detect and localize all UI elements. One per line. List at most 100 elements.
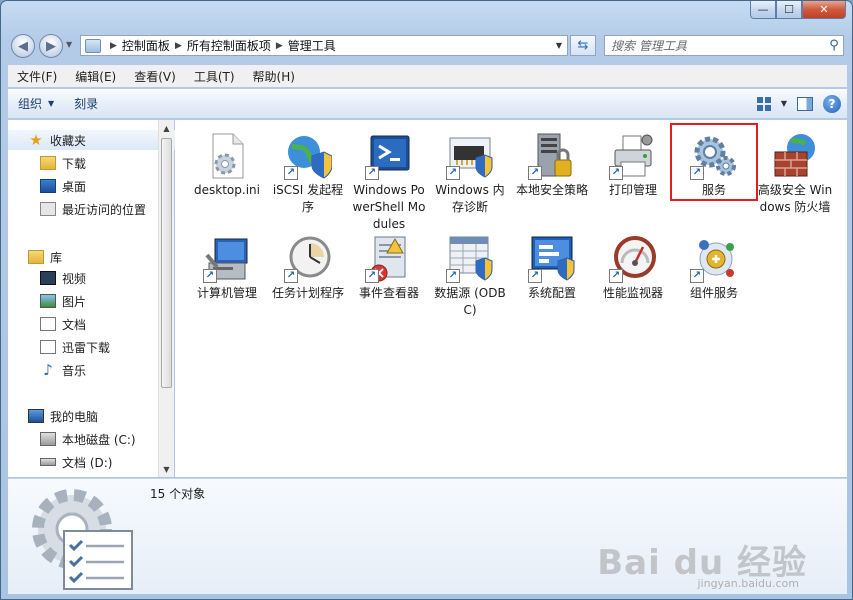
shortcut-arrow-icon: ↗ [446,166,460,180]
file-item-label: 打印管理 [608,183,657,197]
globe-shield-icon: ↗ [284,132,333,180]
burn-label: 刻录 [74,97,99,111]
sidebar-item-recent[interactable]: 最近访问的位置 [40,199,146,219]
shortcut-arrow-icon: ↗ [528,166,542,180]
file-item-print-management[interactable]: ↗ 打印管理 [593,132,673,199]
library-icon [28,250,44,264]
shortcut-arrow-icon: ↗ [690,269,704,283]
firewall-icon [771,132,819,180]
file-item-odbc[interactable]: ↗ 数据源 (ODBC) [430,235,510,319]
breadcrumb-separator-icon[interactable]: ▶ [175,41,182,51]
search-input[interactable]: 搜索 管理工具 [611,37,825,54]
close-button[interactable]: ✕ [802,1,846,19]
file-item-desktop-ini[interactable]: desktop.ini [187,132,267,199]
file-item-component-services[interactable]: ↗ 组件服务 [674,235,754,302]
sidebar-item-drive-c[interactable]: 本地磁盘 (C:) [40,429,136,449]
clock-icon: ↗ [284,235,332,283]
sidebar-libraries[interactable]: 库 [28,247,62,267]
shortcut-arrow-icon: ↗ [284,166,298,180]
sidebar-item-downloads[interactable]: 下载 [40,153,86,173]
file-item-powershell[interactable]: ↗ Windows PowerShell Modules [349,132,429,233]
breadcrumb-all-items[interactable]: 所有控制面板项 [187,37,271,54]
sidebar-item-label: 本地磁盘 (C:) [62,432,136,447]
organize-dropdown-icon: ▼ [48,99,55,108]
scroll-up-icon[interactable]: ▲ [159,120,174,136]
burn-button[interactable]: 刻录 [64,95,108,112]
menu-tools[interactable]: 工具(T) [185,68,244,85]
file-item-task-scheduler[interactable]: ↗ 任务计划程序 [268,235,348,302]
sidebar-favorites[interactable]: ★ 收藏夹 [8,130,178,150]
control-panel-icon [85,38,101,53]
star-icon: ★ [29,131,43,149]
address-dropdown-icon[interactable]: ▼ [551,41,567,50]
file-item-event-viewer[interactable]: ↗ 事件查看器 [349,235,429,302]
minimize-button[interactable]: — [750,1,776,19]
navigation-bar: ◀ ▶ ▼ ▶ 控制面板 ▶ 所有控制面板项 ▶ 管理工具 ▼ ⇆ 搜索 管理工… [1,31,852,61]
system-drive-icon [40,432,56,446]
menu-view[interactable]: 查看(V) [125,68,185,85]
sidebar-scrollbar[interactable]: ▲ ▼ [158,120,174,477]
file-item-performance-monitor[interactable]: ↗ 性能监视器 [593,235,673,302]
recent-pages-dropdown[interactable]: ▼ [66,40,72,49]
downloads-folder-icon [40,156,56,170]
sidebar-item-music[interactable]: ♪ 音乐 [40,360,86,380]
sidebar-item-pictures[interactable]: 图片 [40,291,86,311]
sidebar-item-documents[interactable]: 文档 [40,314,86,334]
file-item-label: 事件查看器 [358,286,419,300]
view-options-dropdown-icon[interactable]: ▼ [781,99,787,108]
back-button[interactable]: ◀ [11,34,35,58]
file-item-computer-management[interactable]: ↗ 计算机管理 [187,235,267,302]
search-box[interactable]: 搜索 管理工具 ⚲ [604,35,844,56]
powershell-icon: ↗ [365,132,413,180]
organize-button[interactable]: 组织 ▼ [8,95,64,112]
file-item-system-configuration[interactable]: ↗ 系统配置 [512,235,592,302]
file-item-memory-diagnostic[interactable]: ↗ Windows 内存诊断 [430,132,510,216]
search-icon[interactable]: ⚲ [825,38,843,53]
maximize-button[interactable]: ☐ [776,1,802,19]
address-bar[interactable]: ▶ 控制面板 ▶ 所有控制面板项 ▶ 管理工具 ▼ [80,35,568,56]
scroll-down-icon[interactable]: ▼ [159,461,174,477]
memory-chip-icon: ↗ [446,132,494,180]
video-icon [40,271,56,285]
file-item-local-security-policy[interactable]: ↗ 本地安全策略 [512,132,592,199]
sidebar-item-videos[interactable]: 视频 [40,268,86,288]
sidebar-computer[interactable]: 我的电脑 [28,406,98,426]
forward-button[interactable]: ▶ [39,34,63,58]
sidebar-item-drive-d[interactable]: 文档 (D:) [40,452,112,472]
help-icon[interactable]: ? [823,94,841,113]
breadcrumb-control-panel[interactable]: 控制面板 [122,37,170,54]
sidebar-item-desktop[interactable]: 桌面 [40,176,86,196]
sidebar-item-label: 迅雷下载 [62,340,111,355]
settings-file-icon [203,132,251,180]
menu-edit[interactable]: 编辑(E) [66,68,125,85]
caption-buttons: — ☐ ✕ [750,1,846,19]
change-view-icon[interactable] [756,96,771,111]
preview-pane-icon[interactable] [797,96,813,111]
admin-tools-large-icon [26,483,136,593]
shortcut-arrow-icon: ↗ [609,166,623,180]
menu-help[interactable]: 帮助(H) [244,68,304,85]
file-item-firewall[interactable]: 高级安全 Windows 防火墙 [755,132,835,216]
refresh-button[interactable]: ⇆ [570,35,596,56]
computer-management-icon: ↗ [203,235,251,283]
sidebar-computer-label: 我的电脑 [50,409,99,424]
file-item-iscsi[interactable]: ↗ iSCSI 发起程序 [268,132,348,216]
view-controls: ▼ ? [756,94,847,113]
shortcut-arrow-icon: ↗ [365,269,379,283]
sidebar-item-label: 文档 (D:) [62,455,113,470]
file-item-label: desktop.ini [194,183,260,197]
sidebar-item-xunlei[interactable]: 迅雷下载 [40,337,110,357]
file-item-label: iSCSI 发起程序 [272,183,344,214]
breadcrumb-separator-icon[interactable]: ▶ [110,41,117,51]
shortcut-arrow-icon: ↗ [609,269,623,283]
printer-icon: ↗ [609,132,657,180]
breadcrumb-separator-icon[interactable]: ▶ [276,41,283,51]
item-count: 15 个对象 [150,487,206,501]
file-item-label: 本地安全策略 [515,183,588,197]
command-bar: 组织 ▼ 刻录 ▼ ? [8,89,847,119]
breadcrumb-admin-tools[interactable]: 管理工具 [288,37,336,54]
documents-icon [40,340,56,354]
menu-file[interactable]: 文件(F) [8,68,66,85]
system-config-icon: ↗ [528,235,576,283]
scroll-thumb[interactable] [161,138,172,388]
